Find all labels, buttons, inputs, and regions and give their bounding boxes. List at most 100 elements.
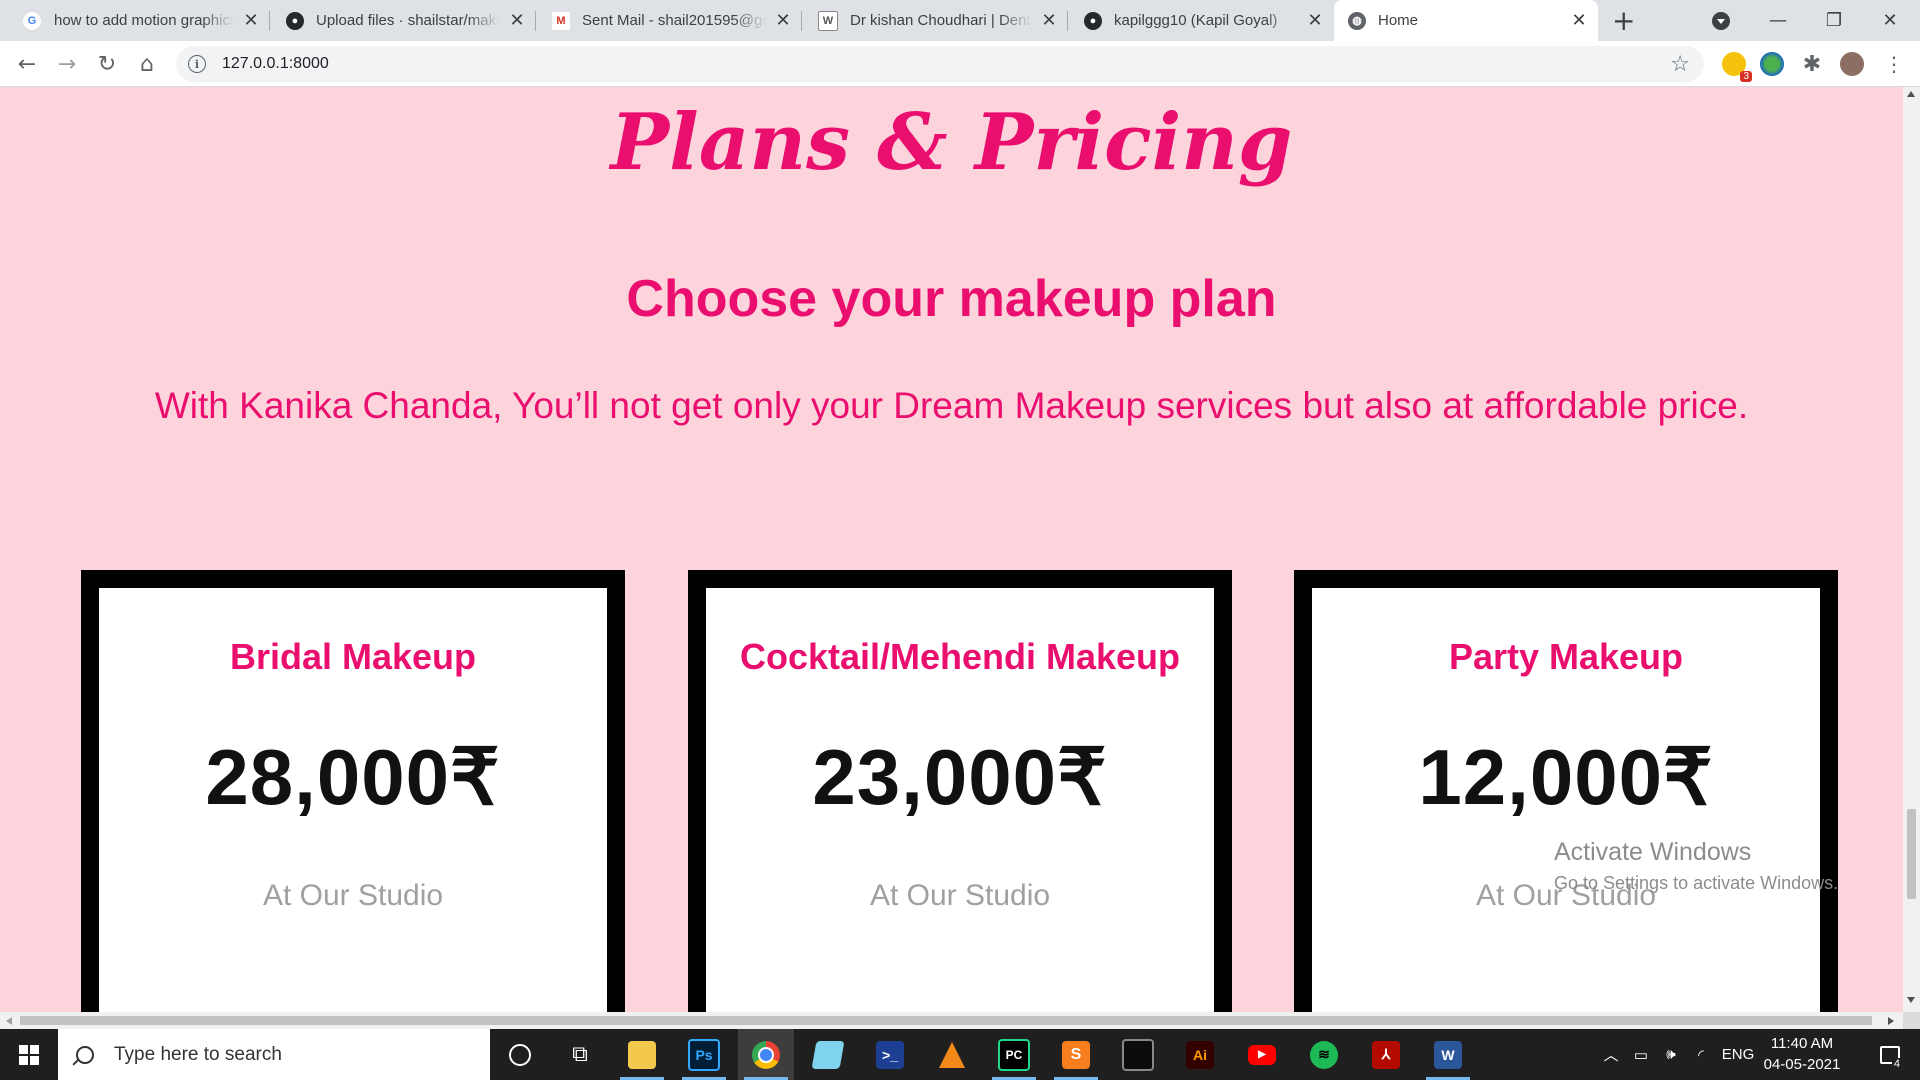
plan-location: At Our Studio — [262, 879, 444, 912]
plan-name: Party Makeup — [1448, 636, 1684, 677]
info-icon[interactable]: i — [188, 55, 206, 73]
tab-separator — [801, 11, 802, 31]
wifi-icon[interactable]: ◜ — [1686, 1029, 1716, 1080]
extension-badge: 3 — [1740, 71, 1752, 82]
spotify-icon: ≋ — [1310, 1040, 1338, 1069]
menu-kebab-icon[interactable]: ⋮ — [1880, 50, 1908, 78]
search-icon — [76, 1045, 94, 1064]
notepad-icon — [811, 1040, 845, 1069]
minimize-button[interactable]: — — [1750, 0, 1806, 41]
taskbar-app-spotify[interactable]: ≋ — [1296, 1029, 1352, 1080]
bookmark-star-icon[interactable]: ☆ — [1670, 52, 1690, 77]
home-icon[interactable]: ⌂ — [133, 50, 161, 78]
plan-name: Cocktail/Mehendi Makeup — [739, 636, 1181, 677]
extension-globe-icon[interactable] — [1760, 52, 1784, 76]
tab-separator — [1067, 11, 1068, 31]
task-view-button[interactable]: ⧉ — [552, 1029, 608, 1080]
taskbar-app-vlc[interactable] — [924, 1029, 980, 1080]
tab-google-search[interactable]: G how to add motion graphics ✕ — [8, 0, 270, 41]
address-bar[interactable]: i 127.0.0.1:8000 ☆ — [176, 46, 1704, 82]
tab-title: Sent Mail - shail201595@gmail — [582, 12, 766, 29]
close-icon[interactable]: ✕ — [1306, 10, 1324, 31]
vlc-cone-icon — [939, 1041, 965, 1068]
close-icon[interactable]: ✕ — [242, 10, 260, 31]
cortana-icon — [509, 1043, 531, 1066]
tray-chevron-up-icon[interactable]: ︿ — [1598, 1029, 1624, 1080]
taskbar-app-acrobat[interactable]: ⅄ — [1358, 1029, 1414, 1080]
gmail-icon: M — [552, 11, 570, 30]
github-icon: ● — [286, 11, 304, 30]
taskbar-app-chrome[interactable] — [738, 1029, 794, 1080]
start-button[interactable] — [0, 1029, 58, 1080]
back-arrow-icon[interactable]: ← — [13, 50, 41, 78]
clock-date: 04-05-2021 — [1763, 1056, 1841, 1073]
task-view-icon: ⧉ — [572, 1042, 588, 1067]
scroll-down-arrow-icon[interactable] — [1907, 997, 1915, 1003]
close-icon[interactable]: ✕ — [508, 10, 526, 31]
scrollbar-corner — [1903, 1012, 1920, 1029]
new-tab-button[interactable]: + — [1612, 4, 1635, 37]
plan-price: 12,000₹ — [1418, 733, 1714, 821]
taskbar-app-photoshop[interactable]: Ps — [676, 1029, 732, 1080]
scroll-right-arrow-icon[interactable] — [1888, 1017, 1894, 1025]
taskbar-app-sublime-text[interactable]: S — [1048, 1029, 1104, 1080]
dental-icon: W — [818, 10, 838, 31]
globe-icon: ◍ — [1348, 11, 1366, 30]
plan-card-party[interactable]: Party Makeup 12,000₹ At Our Studio — [1294, 570, 1838, 1012]
tab-gmail[interactable]: M Sent Mail - shail201595@gmail ✕ — [538, 0, 802, 41]
scrollbar-thumb[interactable] — [20, 1016, 1872, 1025]
google-icon: G — [22, 10, 42, 31]
taskbar-search-box[interactable]: Type here to search — [58, 1029, 490, 1080]
vertical-scrollbar[interactable] — [1903, 87, 1920, 1012]
watermark-subtitle: Go to Settings to activate Windows. — [1554, 873, 1839, 893]
forward-arrow-icon[interactable]: → — [53, 50, 81, 78]
extension-icon[interactable]: 3 — [1722, 52, 1752, 82]
tab-github-profile[interactable]: ● kapilggg10 (Kapil Goyal) ✕ — [1070, 0, 1334, 41]
plan-location: At Our Studio — [869, 879, 1051, 912]
tab-dental[interactable]: W Dr kishan Choudhari | Dental ✕ — [804, 0, 1068, 41]
taskbar-app-file-explorer[interactable] — [614, 1029, 670, 1080]
browser-tab-strip: G how to add motion graphics ✕ ● Upload … — [0, 0, 1920, 41]
taskbar-app-pycharm[interactable]: PC — [986, 1029, 1042, 1080]
acrobat-icon: ⅄ — [1372, 1040, 1400, 1069]
close-icon[interactable]: ✕ — [774, 10, 792, 31]
browser-toolbar: ← → ↻ ⌂ i 127.0.0.1:8000 ☆ 3 ✱ ⋮ — [0, 41, 1920, 87]
tab-github-upload[interactable]: ● Upload files · shailstar/make ✕ — [272, 0, 536, 41]
plan-card-bridal[interactable]: Bridal Makeup 28,000₹ At Our Studio — [81, 570, 625, 1012]
horizontal-scrollbar[interactable] — [0, 1012, 1903, 1029]
tab-home[interactable]: ◍ Home ✕ — [1334, 0, 1598, 41]
tab-title: kapilggg10 (Kapil Goyal) — [1114, 12, 1278, 29]
taskbar-clock[interactable]: 11:40 AM 04-05-2021 — [1752, 1033, 1852, 1075]
taskbar-app-powershell[interactable]: >_ — [862, 1029, 918, 1080]
restore-button[interactable]: ❐ — [1806, 0, 1862, 41]
scroll-left-arrow-icon[interactable] — [6, 1017, 12, 1025]
taskbar-app-word[interactable]: W — [1420, 1029, 1476, 1080]
taskbar-app-illustrator[interactable]: Ai — [1172, 1029, 1228, 1080]
battery-icon[interactable]: ▭ — [1626, 1029, 1656, 1080]
puzzle-extensions-icon[interactable]: ✱ — [1798, 50, 1826, 78]
activate-windows-watermark: Activate Windows Go to Settings to activ… — [1554, 838, 1838, 894]
plan-card-cocktail-mehendi[interactable]: Cocktail/Mehendi Makeup 23,000₹ At Our S… — [688, 570, 1232, 1012]
window-close-button[interactable]: ✕ — [1862, 0, 1918, 41]
scroll-up-arrow-icon[interactable] — [1907, 91, 1915, 97]
word-icon: W — [1434, 1040, 1462, 1069]
close-icon[interactable]: ✕ — [1570, 10, 1588, 31]
tab-search-icon[interactable] — [1712, 12, 1730, 30]
url-text: 127.0.0.1:8000 — [222, 55, 329, 72]
search-placeholder: Type here to search — [114, 1043, 282, 1065]
close-icon[interactable]: ✕ — [1040, 10, 1058, 31]
reload-icon[interactable]: ↻ — [93, 50, 121, 78]
taskbar-app-terminal[interactable] — [1110, 1029, 1166, 1080]
taskbar-app-youtube[interactable]: ▶ — [1234, 1029, 1290, 1080]
clock-time: 11:40 AM — [1770, 1035, 1834, 1052]
volume-icon[interactable]: 🕪 — [1656, 1029, 1686, 1080]
watermark-title: Activate Windows — [1554, 838, 1752, 866]
powershell-icon: >_ — [876, 1040, 904, 1069]
cortana-button[interactable] — [492, 1029, 548, 1080]
taskbar-app-notepad[interactable] — [800, 1029, 856, 1080]
plan-name: Bridal Makeup — [229, 636, 477, 677]
scrollbar-thumb[interactable] — [1907, 809, 1916, 899]
profile-avatar[interactable] — [1840, 52, 1864, 76]
notification-center-button[interactable]: 4 — [1866, 1029, 1914, 1080]
page-tagline: With Kanika Chanda, You’ll not get only … — [154, 385, 1749, 426]
